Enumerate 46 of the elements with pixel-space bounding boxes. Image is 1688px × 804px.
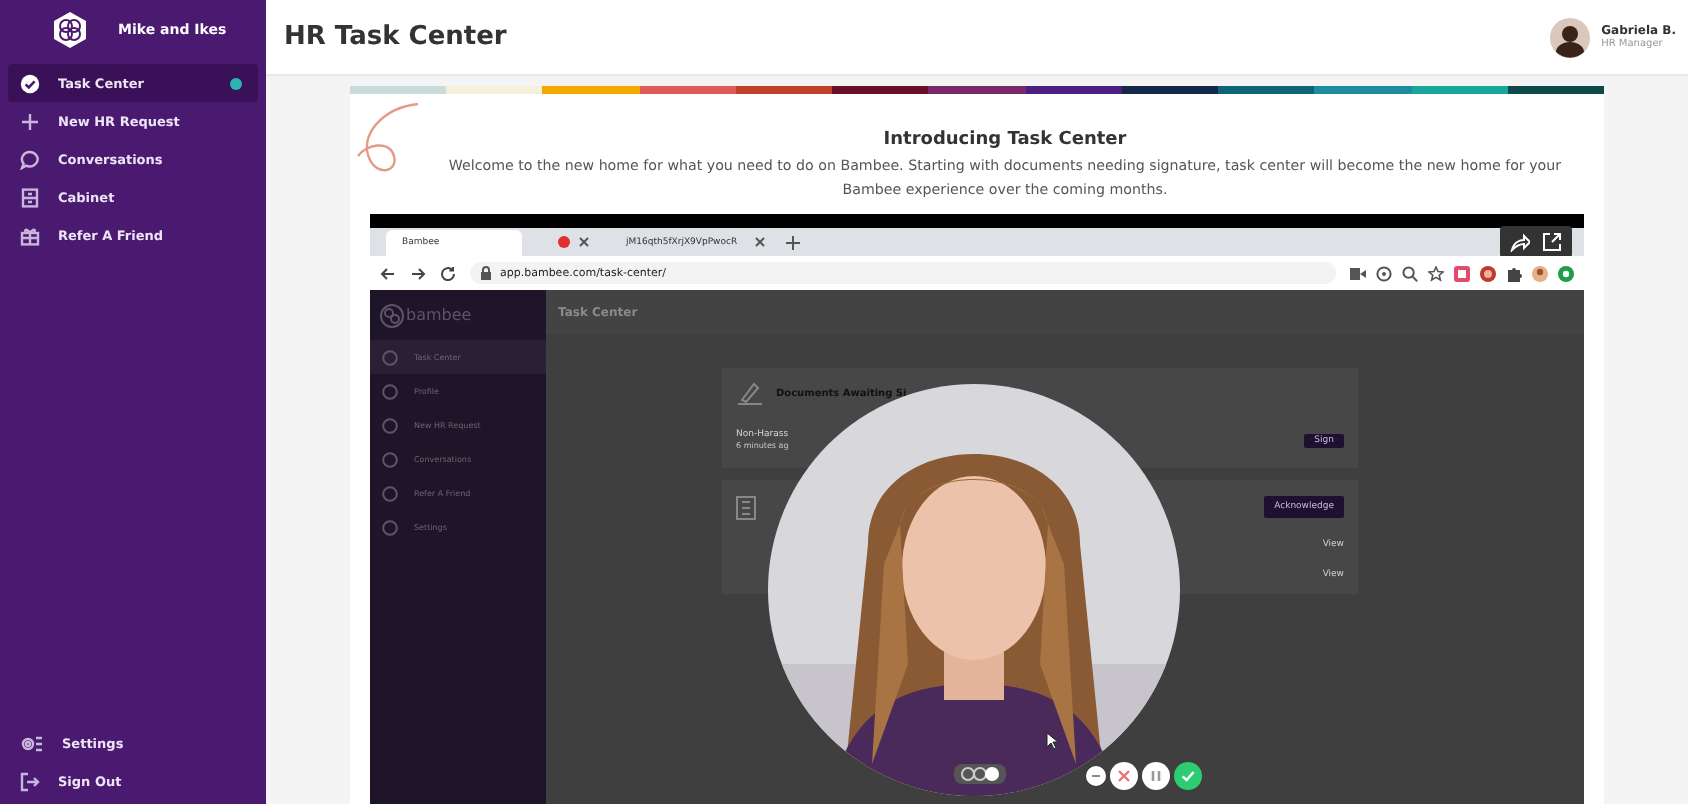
cabinet-icon bbox=[20, 187, 40, 207]
lock-icon bbox=[480, 266, 492, 280]
star-icon bbox=[1428, 265, 1444, 281]
logo-text: bambee bbox=[406, 306, 472, 324]
page-title: HR Task Center bbox=[284, 22, 507, 52]
close-icon bbox=[1110, 762, 1138, 790]
plus-icon bbox=[20, 111, 40, 131]
pause-icon bbox=[1142, 762, 1170, 790]
cursor-icon bbox=[1046, 732, 1058, 750]
hexagon-logo-icon bbox=[50, 10, 90, 50]
notification-dot bbox=[230, 77, 242, 89]
forward-icon bbox=[410, 265, 426, 281]
minus-button-icon bbox=[1086, 766, 1106, 786]
check-icon bbox=[20, 73, 40, 93]
camera-icon bbox=[1350, 267, 1366, 279]
nav-icon bbox=[382, 451, 398, 467]
confirm-icon bbox=[1174, 762, 1202, 790]
search-icon bbox=[1402, 265, 1418, 281]
camera-toggle[interactable] bbox=[954, 764, 1006, 784]
signature-icon bbox=[736, 382, 764, 406]
close-icon bbox=[578, 236, 590, 248]
back-icon bbox=[380, 265, 396, 281]
gift-icon bbox=[20, 225, 40, 245]
dots-icon bbox=[960, 766, 1000, 782]
nav-icon bbox=[382, 485, 398, 501]
external-link-icon bbox=[1542, 232, 1562, 252]
intro-title: Introducing Task Center bbox=[881, 130, 1129, 150]
nav-icon bbox=[382, 383, 398, 399]
status-dot-icon bbox=[1558, 265, 1574, 281]
chat-icon bbox=[20, 149, 40, 169]
nav-icon bbox=[382, 519, 398, 535]
gear-icon bbox=[20, 733, 44, 753]
nav-icon bbox=[382, 417, 398, 433]
close-icon bbox=[754, 236, 766, 248]
target-icon bbox=[1376, 265, 1392, 281]
record-icon bbox=[558, 236, 570, 248]
exit-icon bbox=[20, 771, 40, 791]
puzzle-icon bbox=[1506, 265, 1522, 281]
clipboard-icon bbox=[736, 494, 756, 520]
plus-icon bbox=[786, 235, 800, 249]
reload-icon bbox=[440, 265, 456, 281]
logo-icon bbox=[380, 303, 404, 327]
nav-icon bbox=[382, 349, 398, 365]
share-icon bbox=[1510, 232, 1530, 252]
avatar-icon bbox=[1532, 265, 1548, 281]
avatar-icon bbox=[1549, 17, 1590, 57]
